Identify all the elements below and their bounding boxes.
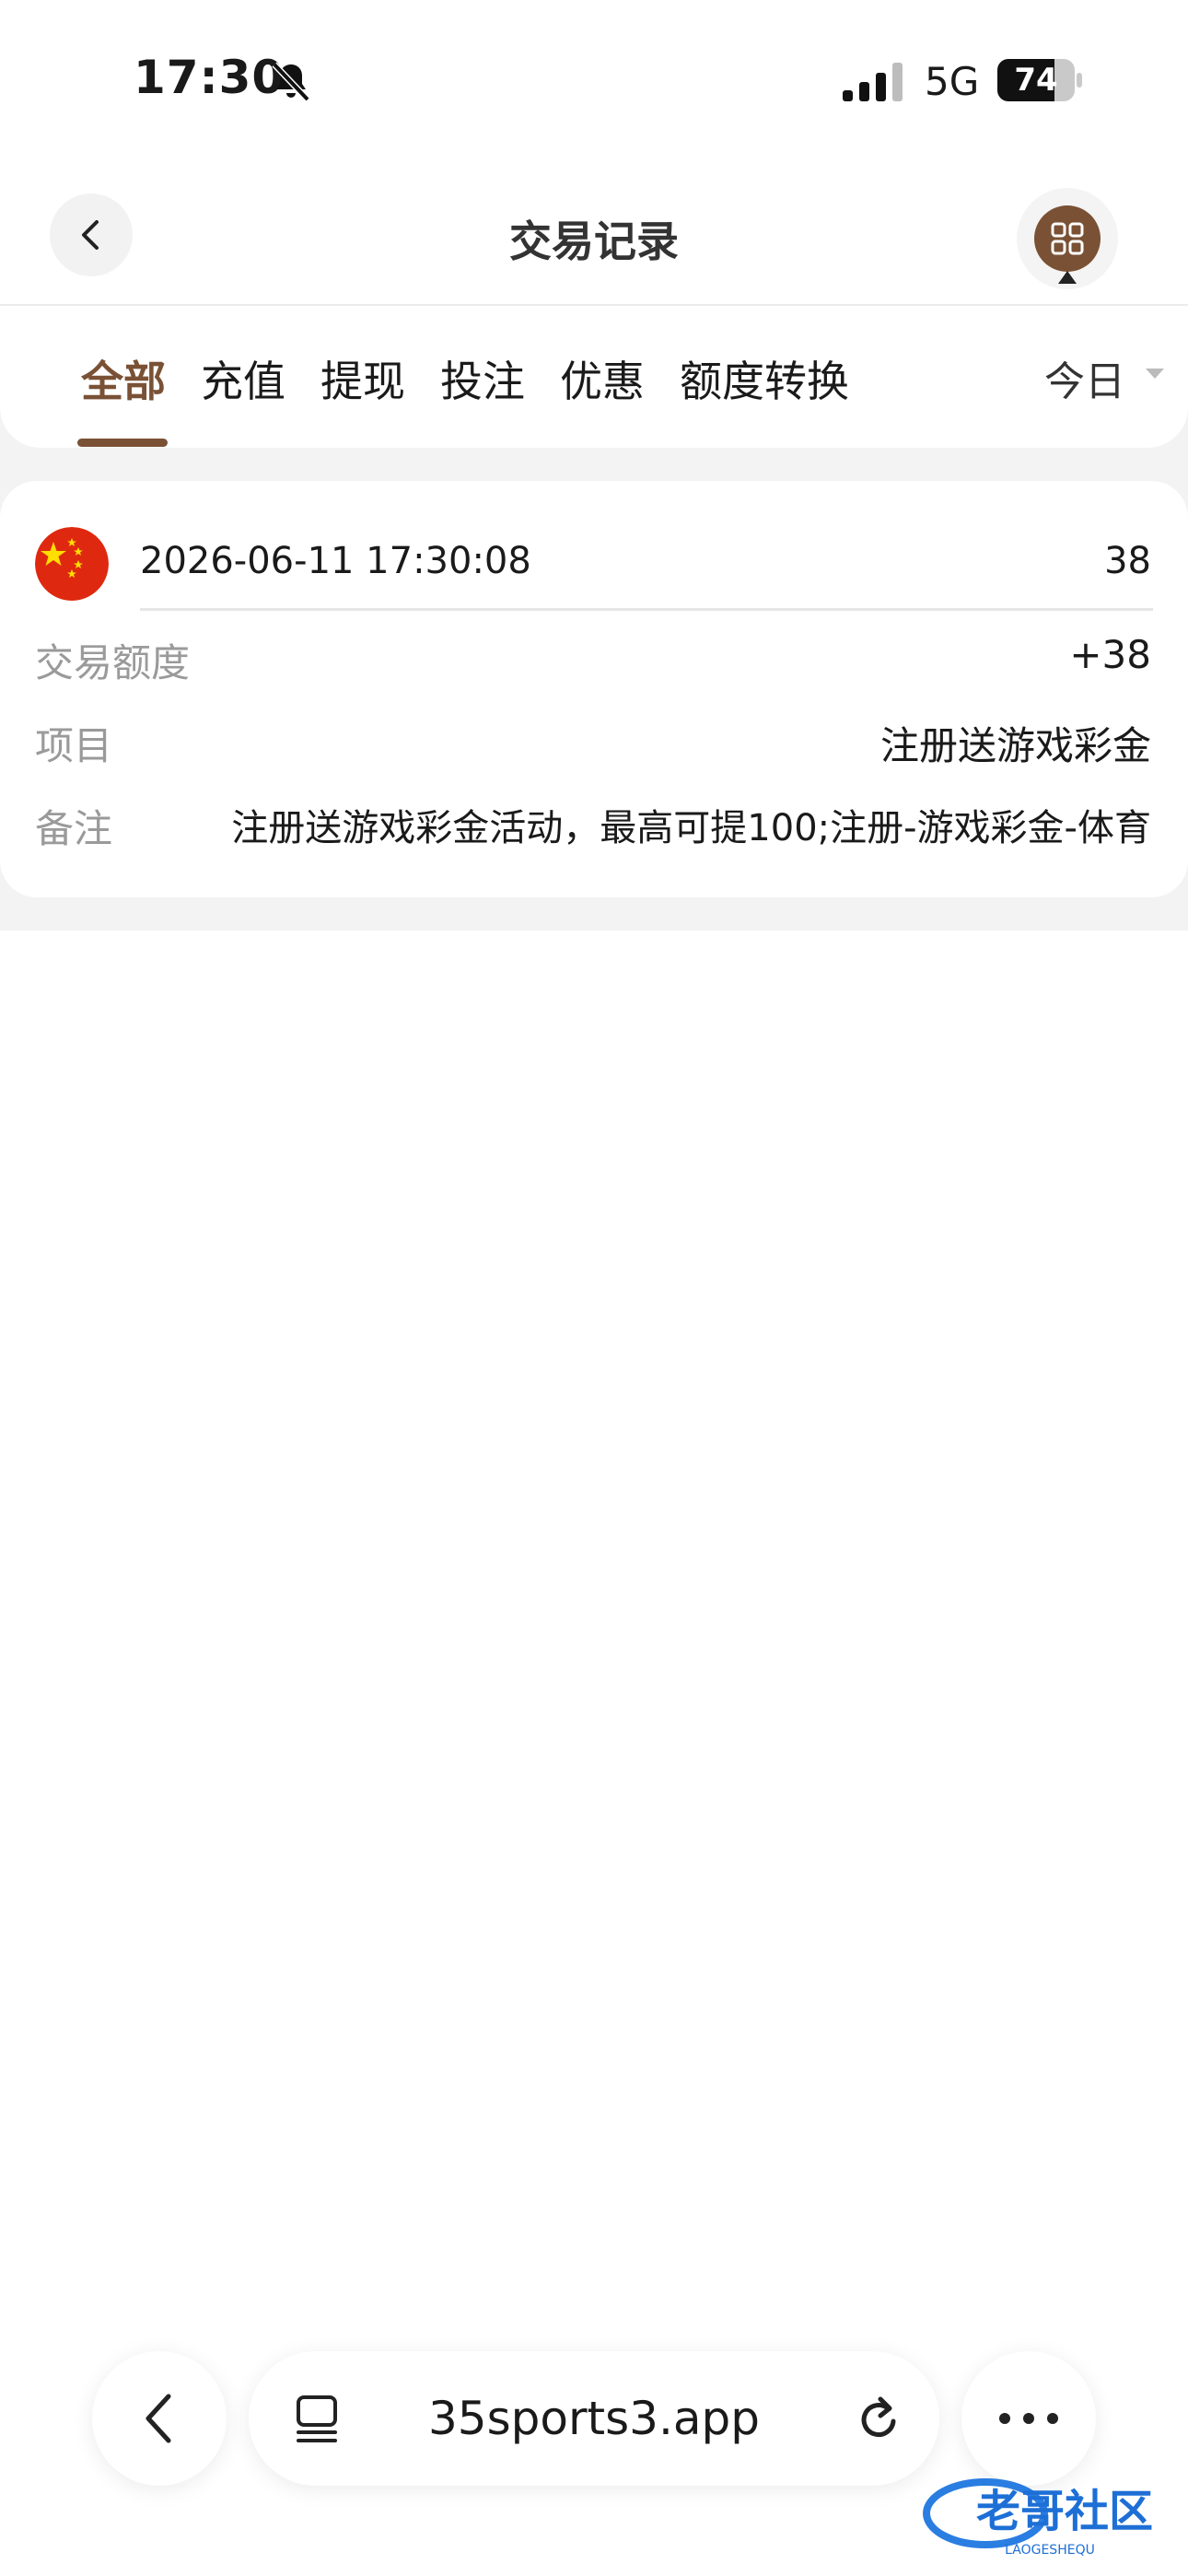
battery-level: 74 (1014, 62, 1058, 99)
watermark-logo: 老哥社区 LAOGESHEQU (923, 2478, 1153, 2558)
menu-button[interactable] (1034, 205, 1101, 272)
page-title: 交易记录 (509, 217, 679, 266)
note-label: 备注 (35, 806, 113, 851)
bell-slash-icon (272, 62, 310, 102)
chevron-down-icon (1146, 369, 1164, 379)
note-value: 注册送游戏彩金活动，最高可提100;注册-游戏彩金-体育 (231, 807, 1151, 849)
url-text: 35sports3.app (427, 2392, 761, 2445)
active-tab-indicator (77, 439, 168, 447)
tab-withdraw[interactable]: 提现 (320, 348, 405, 409)
china-flag-icon (35, 527, 109, 601)
svg-text:LAOGESHEQU: LAOGESHEQU (1005, 2543, 1095, 2558)
tab-deposit[interactable]: 充值 (201, 348, 285, 409)
battery-indicator: 74 (997, 59, 1082, 101)
date-filter-select[interactable]: 今日 (1044, 348, 1125, 407)
divider (140, 608, 1153, 611)
chevron-left-icon (146, 2394, 171, 2443)
status-bar: 17:30 5G 74 (0, 0, 1188, 161)
grid-icon (1051, 222, 1084, 255)
transaction-balance: 38 (1104, 540, 1151, 582)
svg-text:老哥社区: 老哥社区 (976, 2486, 1153, 2537)
menu-caret-icon (1058, 271, 1077, 284)
status-time: 17:30 (134, 51, 285, 104)
header-bar: 交易记录 (0, 175, 1188, 306)
more-dots-icon (993, 2410, 1065, 2428)
more-options-button[interactable] (961, 2351, 1096, 2486)
address-bar[interactable]: 35sports3.app (249, 2351, 939, 2486)
cellular-signal-icon (843, 63, 903, 101)
reload-icon[interactable] (853, 2394, 904, 2445)
amount-label: 交易额度 (35, 640, 191, 685)
tab-transfer[interactable]: 额度转换 (680, 348, 849, 409)
item-label: 项目 (35, 723, 113, 768)
amount-value: +38 (1069, 632, 1151, 677)
transaction-card: 2026-06-11 17:30:08 38 交易额度 +38 项目 注册送游戏… (0, 481, 1188, 897)
filter-tabs: 全部 充值 提现 投注 优惠 额度转换 今日 (0, 308, 1188, 448)
network-type: 5G (925, 59, 980, 104)
tab-all[interactable]: 全部 (81, 348, 166, 409)
item-value: 注册送游戏彩金 (879, 723, 1151, 768)
browser-back-button[interactable] (92, 2351, 227, 2486)
tab-bet[interactable]: 投注 (440, 348, 525, 409)
transaction-datetime: 2026-06-11 17:30:08 (140, 540, 531, 582)
tab-promo[interactable]: 优惠 (560, 348, 645, 409)
